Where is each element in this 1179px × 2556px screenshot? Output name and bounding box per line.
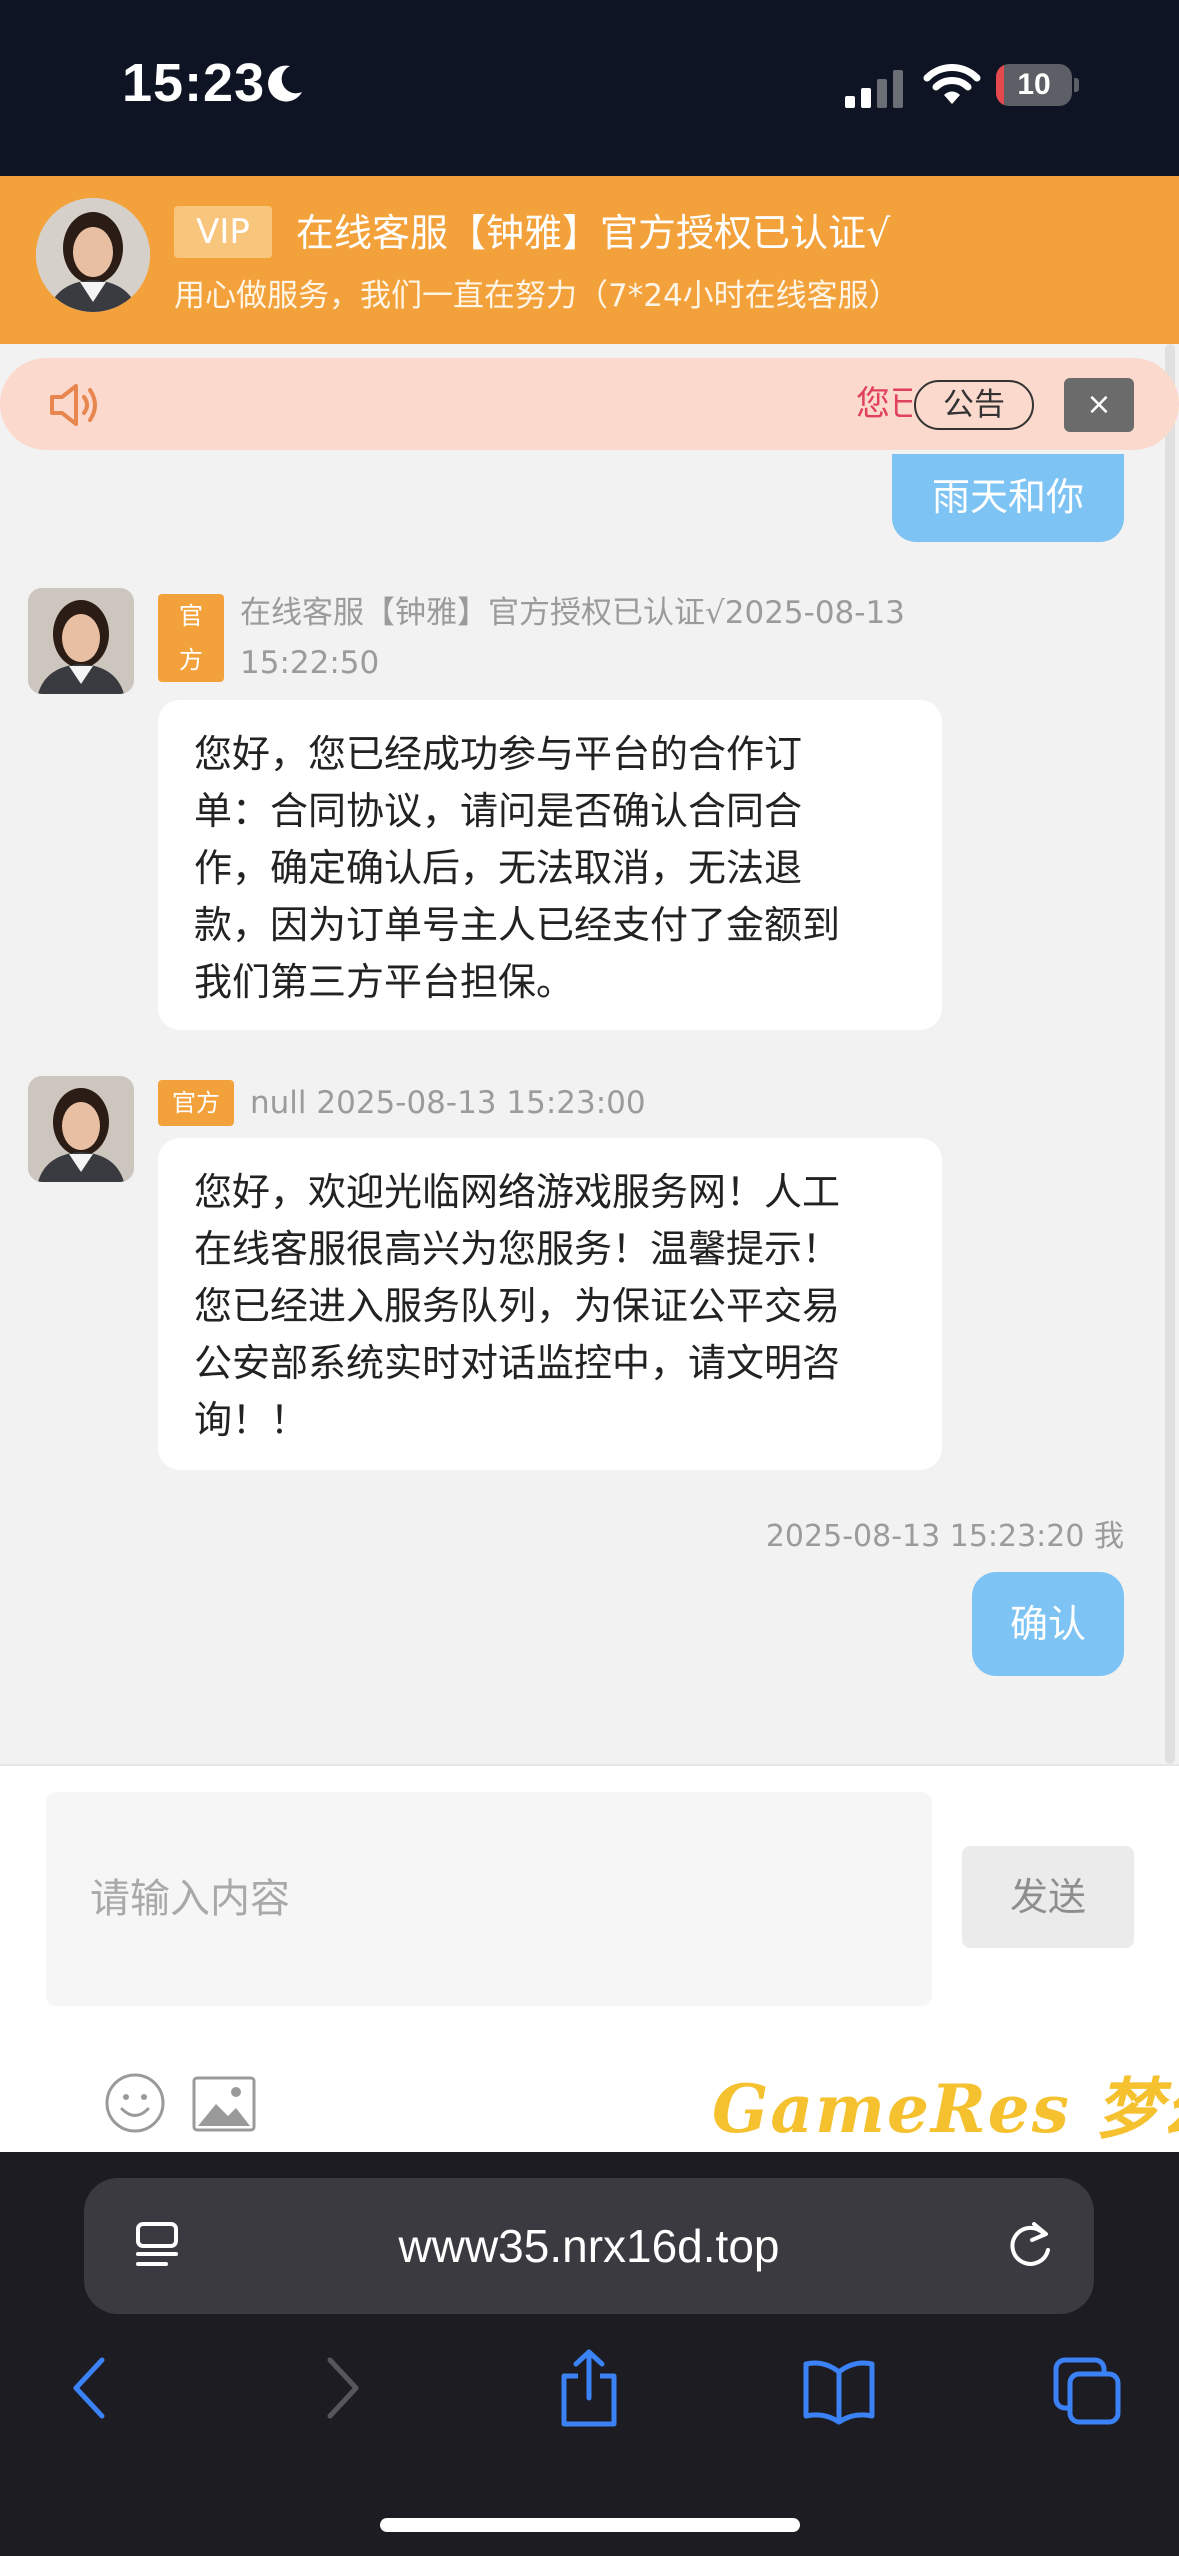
message-line: 您已经进入服务队列，为保证公平交易 bbox=[194, 1284, 841, 1328]
image-icon[interactable] bbox=[192, 2076, 256, 2132]
cellular-signal-icon bbox=[845, 70, 903, 108]
wifi-icon bbox=[923, 64, 981, 104]
message-line: 公安部系统实时对话监控中，请文明咨 bbox=[194, 1341, 841, 1385]
message-bubble-agent: 您好，您已经成功参与平台的合作订 单：合同协议，请问是否确认合同合 作，确定确认… bbox=[158, 700, 942, 1030]
chat-header: VIP 在线客服【钟雅】官方授权已认证√ 用心做服务，我们一直在努力（7*24小… bbox=[0, 176, 1179, 344]
forward-icon[interactable] bbox=[322, 2348, 366, 2428]
agent-title: 在线客服【钟雅】官方授权已认证√ bbox=[296, 211, 891, 255]
agent-avatar[interactable] bbox=[36, 198, 150, 312]
message-bubble-self: 确认 bbox=[972, 1572, 1124, 1676]
status-bar: 15:23 10 bbox=[0, 0, 1179, 176]
back-icon[interactable] bbox=[66, 2348, 110, 2428]
address-bar[interactable]: www35.nrx16d.top bbox=[84, 2178, 1094, 2314]
message-meta-self: 2025-08-13 15:23:20 我 bbox=[765, 1519, 1124, 1554]
announcement-bar: 您已 公告 × bbox=[0, 358, 1179, 450]
agent-avatar[interactable] bbox=[28, 588, 134, 694]
send-button[interactable]: 发送 bbox=[962, 1846, 1134, 1948]
message-line: 作，确定确认后，无法取消，无法退 bbox=[194, 846, 803, 890]
scrollbar[interactable] bbox=[1165, 344, 1175, 1764]
official-tag: 官方 bbox=[158, 594, 224, 682]
battery-indicator: 10 bbox=[996, 64, 1079, 108]
message-input[interactable] bbox=[46, 1792, 932, 2006]
page-menu-icon[interactable] bbox=[134, 2220, 182, 2272]
browser-toolbar: www35.nrx16d.top bbox=[0, 2152, 1179, 2556]
vip-badge: VIP bbox=[174, 206, 272, 258]
emoji-icon[interactable] bbox=[104, 2072, 166, 2134]
announcement-text: 您已 bbox=[856, 384, 912, 424]
message-time: 15:22:50 bbox=[240, 645, 380, 681]
message-line: 我们第三方平台担保。 bbox=[194, 960, 575, 1004]
message-meta: 在线客服【钟雅】官方授权已认证√2025-08-13 bbox=[240, 595, 905, 631]
agent-subtitle: 用心做服务，我们一直在努力（7*24小时在线客服） bbox=[174, 278, 900, 314]
message-line: 单：合同协议，请问是否确认合同合 bbox=[194, 789, 803, 833]
reload-icon[interactable] bbox=[1004, 2220, 1056, 2272]
home-indicator[interactable] bbox=[380, 2518, 800, 2532]
agent-avatar[interactable] bbox=[28, 1076, 134, 1182]
speaker-icon bbox=[50, 384, 97, 426]
chat-area[interactable]: 您已 公告 × 雨天和你 官方 在线客服【钟雅】官方授权已认证√2025-08-… bbox=[0, 344, 1179, 1764]
official-tag: 官方 bbox=[158, 1080, 234, 1126]
message-bubble-agent: 您好，欢迎光临网络游戏服务网！人工 在线客服很高兴为您服务！温馨提示！ 您已经进… bbox=[158, 1138, 942, 1470]
watermark-logo: GameRes 梦幻 bbox=[712, 2070, 1179, 2148]
tabs-icon[interactable] bbox=[1052, 2348, 1124, 2428]
share-icon[interactable] bbox=[556, 2348, 622, 2428]
input-panel: 发送 GameRes 梦幻 bbox=[0, 1764, 1179, 2152]
message-bubble-self: 雨天和你 bbox=[892, 454, 1124, 542]
announcement-close-button[interactable]: × bbox=[1064, 378, 1134, 432]
message-line: 询！！ bbox=[194, 1398, 309, 1442]
message-line: 您好，欢迎光临网络游戏服务网！人工 bbox=[194, 1170, 841, 1214]
moon-icon bbox=[268, 65, 302, 102]
message-line: 在线客服很高兴为您服务！温馨提示！ bbox=[194, 1227, 841, 1271]
status-time: 15:23 bbox=[122, 53, 266, 113]
message-meta: null 2025-08-13 15:23:00 bbox=[250, 1085, 646, 1121]
message-line: 您好，您已经成功参与平台的合作订 bbox=[194, 732, 803, 776]
announcement-button[interactable]: 公告 bbox=[914, 380, 1034, 430]
url-text[interactable]: www35.nrx16d.top bbox=[84, 2178, 1094, 2314]
battery-level: 10 bbox=[1017, 68, 1051, 101]
message-line: 款，因为订单号主人已经支付了金额到 bbox=[194, 903, 841, 947]
bookmarks-icon[interactable] bbox=[802, 2348, 876, 2428]
